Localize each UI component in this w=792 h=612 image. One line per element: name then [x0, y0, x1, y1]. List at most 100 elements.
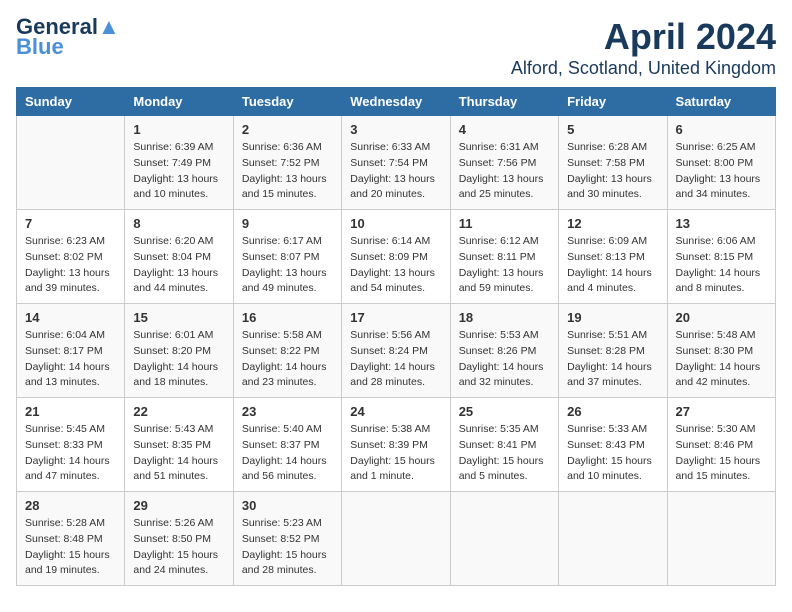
calendar-cell — [559, 492, 667, 586]
day-number: 26 — [567, 404, 658, 419]
calendar-cell: 5 Sunrise: 6:28 AMSunset: 7:58 PMDaylight… — [559, 116, 667, 210]
day-info: Sunrise: 6:04 AMSunset: 8:17 PMDaylight:… — [25, 328, 116, 391]
day-number: 21 — [25, 404, 116, 419]
day-number: 23 — [242, 404, 333, 419]
calendar-cell: 27Sunrise: 5:30 AMSunset: 8:46 PMDayligh… — [667, 398, 775, 492]
calendar-cell: 9 Sunrise: 6:17 AMSunset: 8:07 PMDaylight… — [233, 210, 341, 304]
calendar-cell: 18 Sunrise: 5:53 AMSunset: 8:26 PMDayligh… — [450, 304, 558, 398]
calendar-week-row: 21 Sunrise: 5:45 AMSunset: 8:33 PMDayligh… — [17, 398, 776, 492]
calendar-cell: 21 Sunrise: 5:45 AMSunset: 8:33 PMDayligh… — [17, 398, 125, 492]
calendar-week-row: 28 Sunrise: 5:28 AMSunset: 8:48 PMDayligh… — [17, 492, 776, 586]
day-info: Sunrise: 5:28 AMSunset: 8:48 PMDaylight:… — [25, 516, 116, 579]
calendar-cell: 19 Sunrise: 5:51 AMSunset: 8:28 PMDayligh… — [559, 304, 667, 398]
calendar-cell: 15Sunrise: 6:01 AMSunset: 8:20 PMDayligh… — [125, 304, 233, 398]
day-number: 19 — [567, 310, 658, 325]
calendar-cell: 26 Sunrise: 5:33 AMSunset: 8:43 PMDayligh… — [559, 398, 667, 492]
day-info: Sunrise: 5:58 AMSunset: 8:22 PMDaylight:… — [242, 328, 333, 391]
day-info: Sunrise: 6:23 AMSunset: 8:02 PMDaylight:… — [25, 234, 116, 297]
calendar-cell: 29 Sunrise: 5:26 AMSunset: 8:50 PMDayligh… — [125, 492, 233, 586]
day-number: 16 — [242, 310, 333, 325]
day-info: Sunrise: 6:12 AMSunset: 8:11 PMDaylight:… — [459, 234, 550, 297]
calendar-cell: 3 Sunrise: 6:33 AMSunset: 7:54 PMDaylight… — [342, 116, 450, 210]
day-info: Sunrise: 6:17 AMSunset: 8:07 PMDaylight:… — [242, 234, 333, 297]
day-number: 3 — [350, 122, 441, 137]
day-number: 28 — [25, 498, 116, 513]
day-info: Sunrise: 5:38 AMSunset: 8:39 PMDaylight:… — [350, 422, 441, 485]
month-title: April 2024 — [511, 16, 776, 58]
calendar-cell — [450, 492, 558, 586]
header: General▲ Blue April 2024 Alford, Scotlan… — [16, 16, 776, 79]
day-number: 29 — [133, 498, 224, 513]
day-number: 24 — [350, 404, 441, 419]
day-number: 12 — [567, 216, 658, 231]
day-number: 17 — [350, 310, 441, 325]
day-number: 30 — [242, 498, 333, 513]
day-number: 8 — [133, 216, 224, 231]
weekday-header-friday: Friday — [559, 88, 667, 116]
day-number: 4 — [459, 122, 550, 137]
day-number: 18 — [459, 310, 550, 325]
calendar-cell: 12 Sunrise: 6:09 AMSunset: 8:13 PMDayligh… — [559, 210, 667, 304]
calendar-cell: 1Sunrise: 6:39 AMSunset: 7:49 PMDaylight… — [125, 116, 233, 210]
calendar-cell — [667, 492, 775, 586]
weekday-header-thursday: Thursday — [450, 88, 558, 116]
day-info: Sunrise: 5:23 AMSunset: 8:52 PMDaylight:… — [242, 516, 333, 579]
weekday-header-row: SundayMondayTuesdayWednesdayThursdayFrid… — [17, 88, 776, 116]
calendar-cell — [17, 116, 125, 210]
day-info: Sunrise: 5:33 AMSunset: 8:43 PMDaylight:… — [567, 422, 658, 485]
calendar-week-row: 14 Sunrise: 6:04 AMSunset: 8:17 PMDayligh… — [17, 304, 776, 398]
logo: General▲ Blue — [16, 16, 120, 60]
day-info: Sunrise: 5:30 AMSunset: 8:46 PMDaylight:… — [676, 422, 767, 485]
calendar-cell: 28 Sunrise: 5:28 AMSunset: 8:48 PMDayligh… — [17, 492, 125, 586]
day-info: Sunrise: 5:53 AMSunset: 8:26 PMDaylight:… — [459, 328, 550, 391]
day-info: Sunrise: 5:56 AMSunset: 8:24 PMDaylight:… — [350, 328, 441, 391]
day-info: Sunrise: 6:20 AMSunset: 8:04 PMDaylight:… — [133, 234, 224, 297]
day-info: Sunrise: 6:14 AMSunset: 8:09 PMDaylight:… — [350, 234, 441, 297]
calendar-cell: 10 Sunrise: 6:14 AMSunset: 8:09 PMDayligh… — [342, 210, 450, 304]
day-number: 2 — [242, 122, 333, 137]
day-number: 10 — [350, 216, 441, 231]
day-info: Sunrise: 6:09 AMSunset: 8:13 PMDaylight:… — [567, 234, 658, 297]
calendar-cell: 13Sunrise: 6:06 AMSunset: 8:15 PMDayligh… — [667, 210, 775, 304]
calendar-cell: 14 Sunrise: 6:04 AMSunset: 8:17 PMDayligh… — [17, 304, 125, 398]
day-info: Sunrise: 6:31 AMSunset: 7:56 PMDaylight:… — [459, 140, 550, 203]
day-info: Sunrise: 6:36 AMSunset: 7:52 PMDaylight:… — [242, 140, 333, 203]
calendar-cell: 11 Sunrise: 6:12 AMSunset: 8:11 PMDayligh… — [450, 210, 558, 304]
calendar-cell: 6 Sunrise: 6:25 AMSunset: 8:00 PMDaylight… — [667, 116, 775, 210]
calendar-cell: 16 Sunrise: 5:58 AMSunset: 8:22 PMDayligh… — [233, 304, 341, 398]
calendar-cell: 2 Sunrise: 6:36 AMSunset: 7:52 PMDaylight… — [233, 116, 341, 210]
day-info: Sunrise: 5:26 AMSunset: 8:50 PMDaylight:… — [133, 516, 224, 579]
day-info: Sunrise: 5:43 AMSunset: 8:35 PMDaylight:… — [133, 422, 224, 485]
day-number: 13 — [676, 216, 767, 231]
day-info: Sunrise: 5:48 AMSunset: 8:30 PMDaylight:… — [676, 328, 767, 391]
calendar-cell: 4 Sunrise: 6:31 AMSunset: 7:56 PMDaylight… — [450, 116, 558, 210]
logo-blue: Blue — [16, 34, 64, 60]
location-title: Alford, Scotland, United Kingdom — [511, 58, 776, 79]
day-number: 9 — [242, 216, 333, 231]
calendar-cell: 8 Sunrise: 6:20 AMSunset: 8:04 PMDaylight… — [125, 210, 233, 304]
calendar-week-row: 7 Sunrise: 6:23 AMSunset: 8:02 PMDaylight… — [17, 210, 776, 304]
day-number: 14 — [25, 310, 116, 325]
day-info: Sunrise: 5:40 AMSunset: 8:37 PMDaylight:… — [242, 422, 333, 485]
day-info: Sunrise: 6:25 AMSunset: 8:00 PMDaylight:… — [676, 140, 767, 203]
day-number: 5 — [567, 122, 658, 137]
day-number: 11 — [459, 216, 550, 231]
day-info: Sunrise: 6:33 AMSunset: 7:54 PMDaylight:… — [350, 140, 441, 203]
calendar-table: SundayMondayTuesdayWednesdayThursdayFrid… — [16, 87, 776, 586]
day-number: 7 — [25, 216, 116, 231]
day-info: Sunrise: 6:01 AMSunset: 8:20 PMDaylight:… — [133, 328, 224, 391]
day-info: Sunrise: 6:39 AMSunset: 7:49 PMDaylight:… — [133, 140, 224, 203]
calendar-cell: 25Sunrise: 5:35 AMSunset: 8:41 PMDayligh… — [450, 398, 558, 492]
calendar-cell: 20 Sunrise: 5:48 AMSunset: 8:30 PMDayligh… — [667, 304, 775, 398]
calendar-cell — [342, 492, 450, 586]
day-number: 20 — [676, 310, 767, 325]
title-area: April 2024 Alford, Scotland, United King… — [511, 16, 776, 79]
weekday-header-sunday: Sunday — [17, 88, 125, 116]
weekday-header-saturday: Saturday — [667, 88, 775, 116]
calendar-cell: 30 Sunrise: 5:23 AMSunset: 8:52 PMDayligh… — [233, 492, 341, 586]
day-info: Sunrise: 5:45 AMSunset: 8:33 PMDaylight:… — [25, 422, 116, 485]
day-info: Sunrise: 6:28 AMSunset: 7:58 PMDaylight:… — [567, 140, 658, 203]
day-info: Sunrise: 5:51 AMSunset: 8:28 PMDaylight:… — [567, 328, 658, 391]
day-number: 6 — [676, 122, 767, 137]
calendar-week-row: 1Sunrise: 6:39 AMSunset: 7:49 PMDaylight… — [17, 116, 776, 210]
